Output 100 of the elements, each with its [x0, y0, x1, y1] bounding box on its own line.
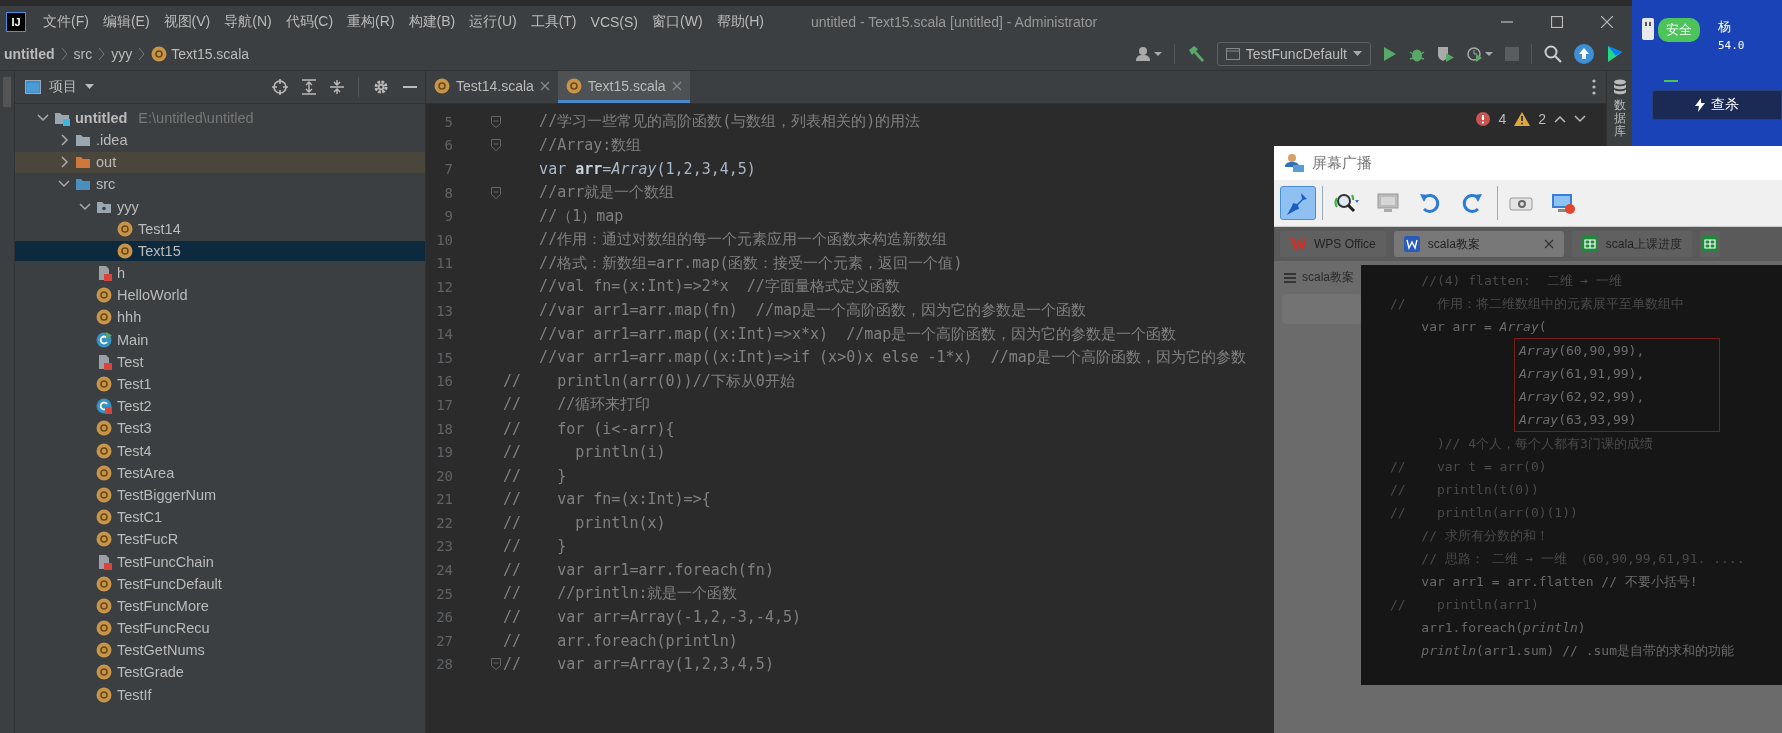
- app-logo-icon[interactable]: [1606, 44, 1624, 64]
- tree-item[interactable]: TestGrade: [15, 662, 425, 683]
- tree-item[interactable]: TestGetNums: [15, 639, 425, 661]
- tree-item[interactable]: .idea: [15, 129, 425, 151]
- close-icon[interactable]: [539, 80, 550, 91]
- maximize-icon[interactable]: [1551, 16, 1563, 28]
- down-chevron-icon[interactable]: [1574, 115, 1586, 123]
- code-line: Array(63,93,99): [1519, 411, 1638, 429]
- chevron-icon[interactable]: [37, 111, 49, 124]
- line-number: 7: [443, 161, 453, 177]
- search-icon[interactable]: [1544, 45, 1562, 63]
- menu-item[interactable]: 工具(T): [523, 13, 584, 31]
- document-tab[interactable]: scala教案: [1393, 231, 1564, 257]
- menu-item[interactable]: 视图(V): [156, 13, 218, 31]
- menu-item[interactable]: 帮助(H): [709, 13, 771, 31]
- breadcrumb[interactable]: Text15.scala: [151, 46, 250, 62]
- class-icon: [96, 331, 112, 348]
- tree-item[interactable]: HelloWorld: [15, 284, 425, 306]
- editor-tab[interactable]: Test14.scala: [426, 71, 558, 103]
- shield-icon[interactable]: [1437, 46, 1455, 62]
- tool-window-label[interactable]: 数据库: [1613, 99, 1626, 139]
- file-icon: [96, 265, 112, 282]
- object-icon: [96, 486, 112, 503]
- tree-item[interactable]: TestFuncRecu: [15, 617, 425, 639]
- tree-item[interactable]: Test14: [15, 218, 425, 240]
- menu-item[interactable]: 编辑(E): [95, 13, 157, 31]
- menu-icon[interactable]: [1284, 272, 1296, 283]
- code-line: // //循环来打印: [503, 395, 651, 415]
- expand-all-icon[interactable]: [302, 79, 316, 95]
- close-icon[interactable]: [1601, 16, 1613, 28]
- close-icon[interactable]: [1543, 239, 1554, 249]
- chevron-icon[interactable]: [58, 156, 70, 169]
- line-number: 22: [435, 514, 453, 531]
- scan-button[interactable]: 查杀: [1652, 90, 1782, 120]
- code-line: arr1.foreach(println): [1420, 619, 1587, 637]
- code-line: // var arr1=arr.foreach(fn): [503, 561, 774, 580]
- tree-item[interactable]: TestFuncDefault: [15, 573, 425, 595]
- settings-icon[interactable]: [373, 79, 389, 95]
- breadcrumb[interactable]: untitled: [4, 46, 55, 62]
- menu-item[interactable]: 导航(N): [217, 13, 279, 31]
- tree-item[interactable]: TestC1: [15, 506, 425, 528]
- object-icon: [565, 77, 582, 94]
- clock-icon[interactable]: [1467, 46, 1493, 62]
- menu-item[interactable]: VCS(S): [583, 14, 645, 30]
- hammer-icon[interactable]: [1186, 45, 1205, 63]
- menu-item[interactable]: 代码(C): [278, 13, 341, 31]
- tree-item[interactable]: untitled E:\untitled\untitled: [15, 107, 425, 129]
- fold-icon[interactable]: [491, 139, 501, 152]
- tree-item[interactable]: Main: [15, 329, 425, 351]
- breadcrumb[interactable]: yyy: [111, 46, 133, 62]
- collapse-all-icon[interactable]: [330, 79, 344, 95]
- menu-item[interactable]: 重构(R): [340, 13, 402, 31]
- more-icon[interactable]: [1592, 79, 1596, 95]
- crosshair-icon[interactable]: [272, 79, 288, 95]
- object-icon: [96, 309, 112, 326]
- code-line: // //println:就是一个函数: [503, 584, 738, 604]
- tree-item[interactable]: TestBiggerNum: [15, 484, 425, 506]
- tree-item[interactable]: Test3: [15, 418, 425, 439]
- tree-item[interactable]: TestFuncMore: [15, 595, 425, 617]
- user-icon[interactable]: [1135, 46, 1162, 62]
- object-icon: [96, 597, 112, 614]
- code-line: //学习一些常见的高阶函数(与数组，列表相关的)的用法: [538, 112, 921, 132]
- tree-item[interactable]: Test2: [15, 395, 425, 417]
- monitor-icon: [1376, 191, 1402, 215]
- chevron-icon[interactable]: [58, 133, 70, 146]
- panel-icon: [25, 80, 41, 94]
- fold-icon[interactable]: [491, 186, 501, 199]
- tree-item[interactable]: Test1: [15, 373, 425, 395]
- code-line: Array(61,91,99),: [1519, 365, 1646, 383]
- chevron-icon[interactable]: [79, 200, 91, 213]
- line-number: 11: [435, 255, 453, 272]
- tree-item[interactable]: yyy: [15, 196, 425, 217]
- tree-item[interactable]: h: [15, 262, 425, 284]
- tree-item[interactable]: hhh: [15, 307, 425, 328]
- fold-icon[interactable]: [491, 115, 501, 128]
- menu-item[interactable]: 构建(B): [401, 13, 463, 31]
- tree-item[interactable]: TestFuncChain: [15, 551, 425, 572]
- menu-item[interactable]: 运行(U): [462, 13, 524, 31]
- tree-item[interactable]: src: [15, 173, 425, 195]
- folder-icon: [75, 154, 91, 171]
- tree-item[interactable]: Text15: [15, 240, 425, 262]
- tree-item[interactable]: TestFucR: [15, 528, 425, 550]
- menu-item[interactable]: 窗口(W): [645, 13, 710, 31]
- usage-value: 54.0: [1718, 39, 1745, 52]
- editor-tab[interactable]: Text15.scala: [557, 71, 690, 103]
- tree-item[interactable]: out: [15, 151, 425, 173]
- code-line: // var arr=Array(1,2,3,4,5): [503, 655, 774, 674]
- up-chevron-icon[interactable]: [1554, 115, 1566, 123]
- menu-item[interactable]: 文件(F): [36, 13, 96, 31]
- fold-icon[interactable]: [491, 658, 501, 671]
- breadcrumb[interactable]: src: [73, 46, 93, 62]
- document-tab[interactable]: [1699, 231, 1720, 257]
- tree-item[interactable]: TestArea: [15, 462, 425, 484]
- tree-item[interactable]: TestIf: [15, 684, 425, 706]
- play-icon[interactable]: [1383, 46, 1397, 62]
- tree-item[interactable]: Test4: [15, 440, 425, 461]
- tree-item[interactable]: Test: [15, 351, 425, 373]
- database-icon[interactable]: [1612, 79, 1627, 95]
- run-config-dropdown[interactable]: TestFuncDefault: [1216, 42, 1371, 66]
- object-icon: [96, 287, 112, 304]
